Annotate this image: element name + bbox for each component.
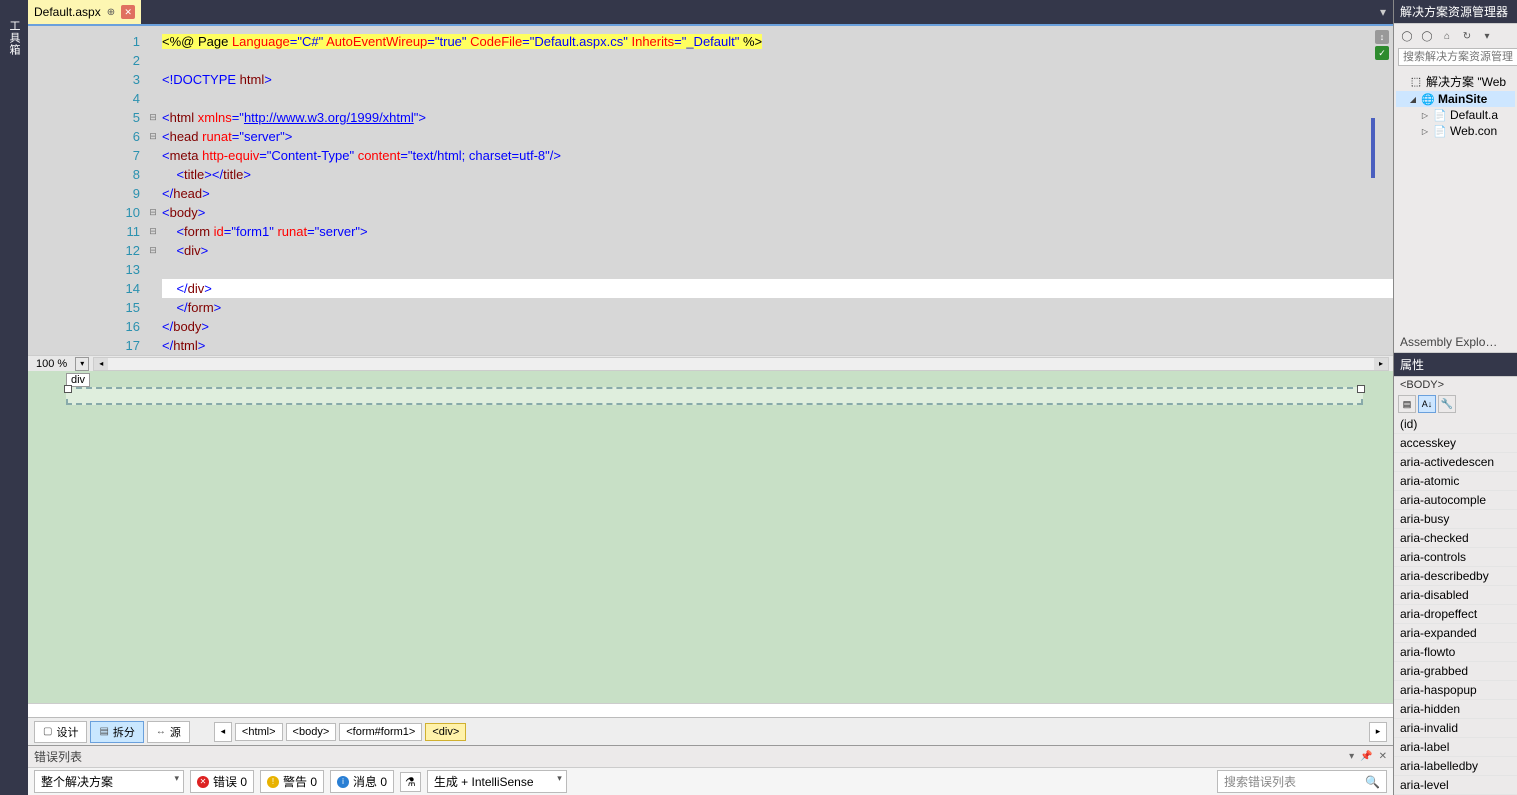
breadcrumb-html[interactable]: <html> bbox=[235, 723, 283, 741]
property-row[interactable]: aria-level bbox=[1394, 776, 1517, 795]
solution-explorer-header[interactable]: 解决方案资源管理器 bbox=[1394, 0, 1517, 24]
horizontal-scrollbar[interactable]: ◂ ▸ bbox=[93, 357, 1389, 371]
property-row[interactable]: accesskey bbox=[1394, 434, 1517, 453]
solution-tree[interactable]: ⬚解决方案 "Web ◢🌐MainSite ▷📄Default.a ▷📄Web.… bbox=[1394, 70, 1517, 149]
breadcrumb-form[interactable]: <form#form1> bbox=[339, 723, 422, 741]
error-list-toolbar: 整个解决方案 ✕错误 0 !警告 0 i消息 0 ⚗ 生成 + IntelliS… bbox=[28, 767, 1393, 795]
solution-icon: ⬚ bbox=[1409, 75, 1423, 88]
close-panel-icon[interactable]: ✕ bbox=[1379, 751, 1387, 762]
property-row[interactable]: aria-describedby bbox=[1394, 567, 1517, 586]
property-row[interactable]: aria-controls bbox=[1394, 548, 1517, 567]
editor-status-indicators: ↕ ✓ bbox=[1375, 30, 1391, 60]
tab-overflow-icon[interactable]: ▾ bbox=[1373, 0, 1393, 24]
more-icon[interactable]: ▾ bbox=[1478, 27, 1496, 45]
code-content[interactable]: <%@ Page Language="C#" AutoEventWireup="… bbox=[160, 26, 1393, 355]
error-list-title: 错误列表 bbox=[34, 748, 1343, 765]
errors-filter[interactable]: ✕错误 0 bbox=[190, 770, 254, 793]
property-row[interactable]: aria-labelledby bbox=[1394, 757, 1517, 776]
solution-explorer-toolbar: ◯ ◯ ⌂ ↻ ▾ bbox=[1394, 24, 1517, 48]
ok-icon: ✓ bbox=[1375, 46, 1389, 60]
properties-header[interactable]: 属性 bbox=[1394, 353, 1517, 377]
property-row[interactable]: aria-haspopup bbox=[1394, 681, 1517, 700]
home-icon[interactable]: ⌂ bbox=[1438, 27, 1456, 45]
alphabetical-icon[interactable]: A↓ bbox=[1418, 395, 1436, 413]
selected-element-outline[interactable] bbox=[66, 387, 1363, 405]
filter-button[interactable]: ⚗ bbox=[400, 772, 421, 792]
view-switcher-bar: ▢设计 ▤拆分 ↔源 ◂ <html> <body> <form#form1> … bbox=[28, 717, 1393, 745]
back-icon[interactable]: ◯ bbox=[1398, 27, 1416, 45]
solution-search-input[interactable] bbox=[1398, 48, 1517, 66]
preview-scrollbar[interactable] bbox=[28, 703, 1393, 717]
property-row[interactable]: aria-activedescen bbox=[1394, 453, 1517, 472]
breadcrumb-div[interactable]: <div> bbox=[425, 723, 466, 741]
wrench-icon[interactable]: 🔧 bbox=[1438, 395, 1456, 413]
file-icon: 📄 bbox=[1433, 125, 1447, 138]
messages-filter[interactable]: i消息 0 bbox=[330, 770, 394, 793]
zoom-level[interactable]: 100 % bbox=[28, 358, 75, 370]
error-icon: ✕ bbox=[197, 776, 209, 788]
pin-icon[interactable]: ⊕ bbox=[107, 7, 115, 18]
property-row[interactable]: aria-atomic bbox=[1394, 472, 1517, 491]
split-icon[interactable]: ↕ bbox=[1375, 30, 1389, 44]
property-row[interactable]: aria-flowto bbox=[1394, 643, 1517, 662]
design-icon: ▢ bbox=[43, 726, 52, 737]
toolbox-strip[interactable]: 工具箱 bbox=[0, 0, 28, 795]
filter-icon: ⚗ bbox=[405, 775, 416, 789]
properties-list[interactable]: (id)accesskeyaria-activedescenaria-atomi… bbox=[1394, 415, 1517, 795]
scroll-right-icon[interactable]: ▸ bbox=[1374, 358, 1388, 370]
view-design-button[interactable]: ▢设计 bbox=[34, 721, 87, 743]
properties-object: <BODY> bbox=[1394, 377, 1517, 393]
breadcrumb-prev-icon[interactable]: ◂ bbox=[214, 722, 232, 742]
zoom-dropdown-icon[interactable]: ▾ bbox=[75, 357, 89, 371]
search-icon: 🔍 bbox=[1365, 775, 1380, 789]
property-row[interactable]: aria-label bbox=[1394, 738, 1517, 757]
design-preview[interactable]: div bbox=[28, 371, 1393, 703]
tab-label: Default.aspx bbox=[34, 5, 101, 19]
document-tabstrip: Default.aspx ⊕ ✕ ▾ bbox=[28, 0, 1393, 24]
fold-gutter[interactable]: ⊟⊟⊟⊟⊟ bbox=[146, 26, 160, 355]
code-editor[interactable]: 1234567891011121314151617 ⊟⊟⊟⊟⊟ <%@ Page… bbox=[28, 24, 1393, 355]
source-icon: ↔ bbox=[156, 726, 166, 737]
toolbox-label: 工具箱 bbox=[6, 20, 22, 56]
editor-footer: 100 % ▾ ◂ ▸ bbox=[28, 355, 1393, 371]
warnings-filter[interactable]: !警告 0 bbox=[260, 770, 324, 793]
property-row[interactable]: aria-grabbed bbox=[1394, 662, 1517, 681]
close-icon[interactable]: ✕ bbox=[121, 5, 135, 19]
property-row[interactable]: aria-autocomple bbox=[1394, 491, 1517, 510]
property-row[interactable]: aria-hidden bbox=[1394, 700, 1517, 719]
properties-toolbar: ▤ A↓ 🔧 bbox=[1394, 393, 1517, 415]
scope-dropdown[interactable]: 整个解决方案 bbox=[34, 770, 184, 793]
error-list-header[interactable]: 错误列表 ▾ 📌 ✕ bbox=[28, 745, 1393, 767]
breadcrumb-body[interactable]: <body> bbox=[286, 723, 337, 741]
pin-panel-icon[interactable]: 📌 bbox=[1360, 751, 1372, 762]
property-row[interactable]: aria-expanded bbox=[1394, 624, 1517, 643]
forward-icon[interactable]: ◯ bbox=[1418, 27, 1436, 45]
scroll-left-icon[interactable]: ◂ bbox=[94, 358, 108, 370]
warning-icon: ! bbox=[267, 776, 279, 788]
property-row[interactable]: aria-dropeffect bbox=[1394, 605, 1517, 624]
view-split-button[interactable]: ▤拆分 bbox=[90, 721, 143, 743]
globe-icon: 🌐 bbox=[1421, 93, 1435, 106]
change-marker bbox=[1371, 118, 1375, 178]
property-row[interactable]: aria-busy bbox=[1394, 510, 1517, 529]
split-view-icon: ▤ bbox=[99, 726, 108, 737]
property-row[interactable]: aria-checked bbox=[1394, 529, 1517, 548]
error-search-input[interactable]: 搜索错误列表🔍 bbox=[1217, 770, 1387, 793]
window-menu-icon[interactable]: ▾ bbox=[1349, 751, 1354, 762]
document-tab[interactable]: Default.aspx ⊕ ✕ bbox=[28, 0, 141, 24]
view-source-button[interactable]: ↔源 bbox=[147, 721, 190, 743]
refresh-icon[interactable]: ↻ bbox=[1458, 27, 1476, 45]
build-dropdown[interactable]: 生成 + IntelliSense bbox=[427, 770, 567, 793]
file-icon: 📄 bbox=[1433, 109, 1447, 122]
categorized-icon[interactable]: ▤ bbox=[1398, 395, 1416, 413]
property-row[interactable]: (id) bbox=[1394, 415, 1517, 434]
line-numbers: 1234567891011121314151617 bbox=[28, 26, 146, 355]
property-row[interactable]: aria-invalid bbox=[1394, 719, 1517, 738]
property-row[interactable]: aria-disabled bbox=[1394, 586, 1517, 605]
breadcrumb-next-icon[interactable]: ▸ bbox=[1369, 722, 1387, 742]
info-icon: i bbox=[337, 776, 349, 788]
assembly-explorer-header[interactable]: Assembly Explo… bbox=[1394, 332, 1517, 353]
